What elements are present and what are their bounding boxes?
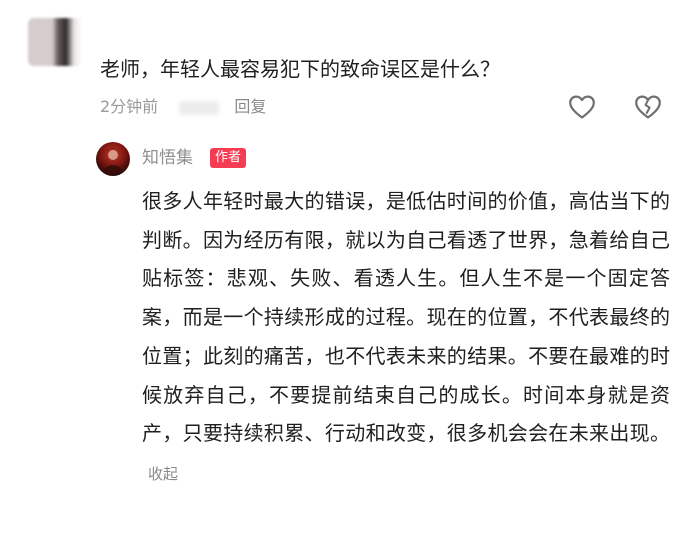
commenter-avatar[interactable]: [28, 18, 82, 66]
reply-button[interactable]: 回复: [234, 94, 266, 120]
author-badge: 作者: [210, 148, 247, 168]
heart-icon[interactable]: [568, 94, 596, 120]
blurred-location: [179, 100, 220, 115]
comment-time: 2分钟前: [100, 97, 159, 116]
reply-text: 很多人年轻时最大的错误，是低估时间的价值，高估当下的判断。因为经历有限，就以为自…: [142, 182, 670, 494]
author-name[interactable]: 知悟集: [142, 146, 193, 170]
comment-meta: 2分钟前 回复: [100, 94, 266, 120]
author-avatar[interactable]: [96, 142, 130, 176]
comment-text: 老师，年轻人最容易犯下的致命误区是什么？: [100, 57, 500, 81]
reply-body: 很多人年轻时最大的错误，是低估时间的价值，高估当下的判断。因为经历有限，就以为自…: [142, 189, 670, 446]
collapse-button[interactable]: 收起: [148, 465, 178, 483]
broken-heart-icon[interactable]: [634, 94, 662, 120]
